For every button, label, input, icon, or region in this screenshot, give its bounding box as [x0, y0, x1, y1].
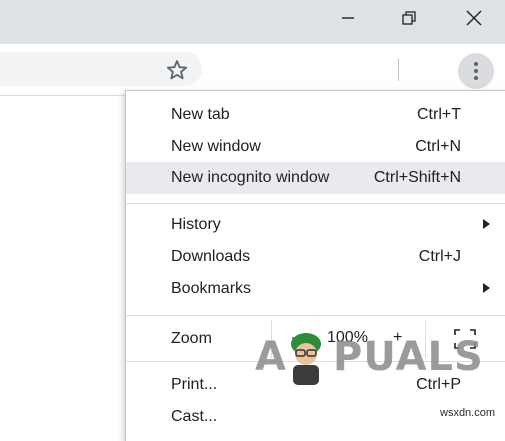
- close-icon: [466, 10, 482, 26]
- menu-item-label: Cast...: [171, 408, 218, 425]
- menu-item-new-window[interactable]: New window Ctrl+N: [126, 131, 505, 163]
- menu-item-downloads[interactable]: Downloads Ctrl+J: [126, 241, 505, 273]
- zoom-label: Zoom: [171, 330, 212, 347]
- title-bar: [0, 0, 505, 44]
- kebab-menu-icon: [474, 62, 478, 80]
- menu-divider: [126, 203, 505, 204]
- restore-button[interactable]: [386, 0, 432, 36]
- minimize-button[interactable]: [325, 0, 371, 36]
- menu-item-new-tab[interactable]: New tab Ctrl+T: [126, 99, 505, 131]
- watermark-text-right: PUALS: [333, 334, 484, 380]
- close-button[interactable]: [451, 0, 497, 36]
- submenu-arrow-icon: [483, 283, 490, 293]
- bookmark-star-button[interactable]: [165, 58, 189, 82]
- menu-item-shortcut: Ctrl+T: [417, 106, 461, 123]
- menu-item-history[interactable]: History: [126, 209, 505, 241]
- browser-menu-button[interactable]: [458, 53, 494, 89]
- menu-item-shortcut: Ctrl+N: [415, 138, 461, 155]
- menu-item-bookmarks[interactable]: Bookmarks: [126, 273, 505, 305]
- menu-item-label: Downloads: [171, 248, 251, 265]
- minimize-icon: [342, 17, 354, 19]
- menu-item-label: New tab: [171, 106, 230, 123]
- menu-item-new-incognito-window[interactable]: New incognito window Ctrl+Shift+N: [126, 162, 505, 194]
- toolbar: [0, 44, 505, 96]
- source-url-text: wsxdn.com: [440, 407, 496, 419]
- menu-divider: [126, 315, 505, 316]
- toolbar-separator: [398, 59, 399, 81]
- restore-icon: [402, 11, 416, 25]
- watermark-text-left: A: [255, 334, 287, 380]
- menu-item-label: History: [171, 216, 221, 233]
- menu-item-shortcut: Ctrl+J: [418, 248, 461, 265]
- star-icon: [166, 60, 188, 80]
- menu-item-label: New window: [171, 138, 261, 155]
- menu-item-label: Print...: [171, 376, 218, 393]
- appuals-watermark: A PUALS: [255, 330, 483, 390]
- menu-item-label: New incognito window: [171, 169, 330, 186]
- menu-item-label: Bookmarks: [171, 280, 252, 297]
- submenu-arrow-icon: [483, 219, 490, 229]
- mascot-logo-icon: [291, 333, 321, 385]
- menu-item-shortcut: Ctrl+Shift+N: [373, 169, 461, 186]
